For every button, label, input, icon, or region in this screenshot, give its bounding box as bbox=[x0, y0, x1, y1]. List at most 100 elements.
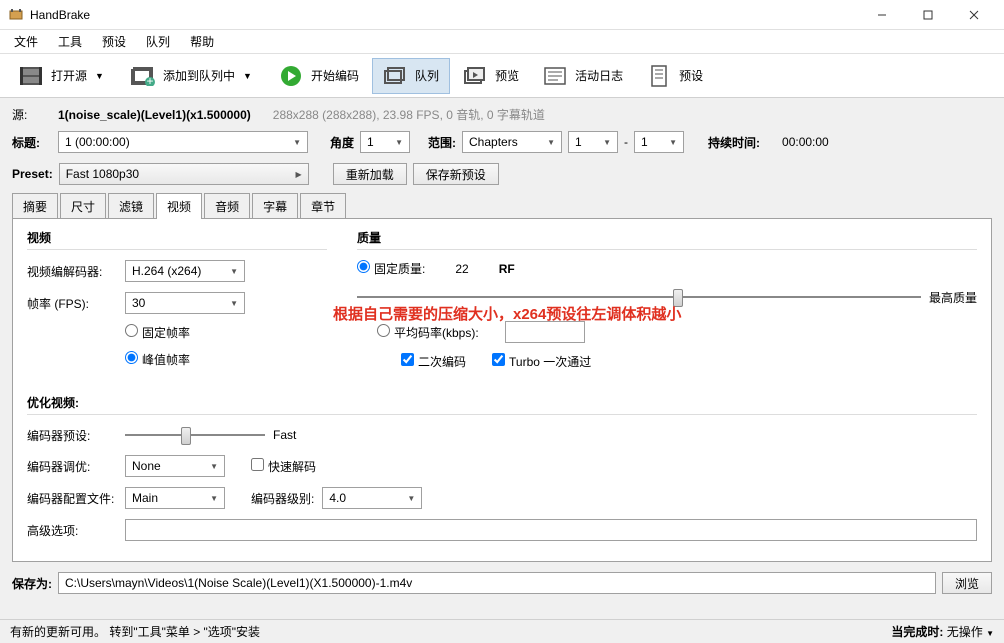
queue-label: 队列 bbox=[415, 67, 439, 84]
start-label: 开始编码 bbox=[311, 67, 359, 84]
minimize-button[interactable] bbox=[860, 1, 904, 29]
preset-icon bbox=[647, 64, 671, 88]
save-path-input[interactable] bbox=[58, 572, 936, 594]
vfr-radio[interactable]: 峰值帧率 bbox=[125, 351, 190, 368]
log-label: 活动日志 bbox=[575, 67, 623, 84]
enc-preset-label: 编码器预设: bbox=[27, 427, 117, 444]
svg-text:+: + bbox=[147, 74, 154, 86]
enc-preset-value: Fast bbox=[273, 428, 296, 442]
range-dash: - bbox=[624, 135, 628, 149]
preview-button[interactable]: 预览 bbox=[452, 58, 530, 94]
optimize-section-title: 优化视频: bbox=[27, 394, 977, 415]
range-from-select[interactable]: 1▼ bbox=[568, 131, 618, 153]
activity-log-button[interactable]: 活动日志 bbox=[532, 58, 634, 94]
annotation-overlay: 根据自己需要的压缩大小，x264预设往左调体积越小 bbox=[333, 303, 681, 324]
tab-subtitle[interactable]: 字幕 bbox=[252, 193, 298, 219]
range-type-select[interactable]: Chapters▼ bbox=[462, 131, 562, 153]
statusbar: 有新的更新可用。 转到"工具"菜单 > "选项"安装 当完成时: 无操作 ▼ bbox=[0, 619, 1004, 643]
enc-preset-slider[interactable] bbox=[125, 425, 265, 445]
enc-level-label: 编码器级别: bbox=[251, 490, 314, 507]
angle-label: 角度 bbox=[330, 134, 354, 151]
avg-bitrate-input[interactable] bbox=[505, 321, 585, 343]
fast-decode-check[interactable]: 快速解码 bbox=[251, 458, 316, 475]
fps-select[interactable]: 30▼ bbox=[125, 292, 245, 314]
update-message: 有新的更新可用。 转到"工具"菜单 > "选项"安装 bbox=[10, 623, 260, 640]
enc-tune-label: 编码器调优: bbox=[27, 458, 117, 475]
tab-size[interactable]: 尺寸 bbox=[60, 193, 106, 219]
enc-profile-select[interactable]: Main▼ bbox=[125, 487, 225, 509]
source-info: 288x288 (288x288), 23.98 FPS, 0 音轨, 0 字幕… bbox=[273, 106, 545, 123]
when-done-value[interactable]: 无操作 bbox=[947, 625, 983, 639]
content-area: 源: 1(noise_scale)(Level1)(x1.500000) 288… bbox=[0, 98, 1004, 610]
video-section-title: 视频 bbox=[27, 229, 327, 250]
duration-label: 持续时间: bbox=[708, 134, 760, 151]
queue-button[interactable]: 队列 bbox=[372, 58, 450, 94]
range-label: 范围: bbox=[428, 134, 456, 151]
preview-icon bbox=[463, 64, 487, 88]
menu-presets[interactable]: 预设 bbox=[92, 30, 136, 53]
log-icon bbox=[543, 64, 567, 88]
enc-level-select[interactable]: 4.0▼ bbox=[322, 487, 422, 509]
chevron-down-icon: ▼ bbox=[243, 71, 255, 81]
app-icon bbox=[8, 7, 24, 23]
cq-value: 22 bbox=[455, 262, 468, 276]
duration-value: 00:00:00 bbox=[782, 135, 829, 149]
chevron-down-icon: ▼ bbox=[95, 71, 107, 81]
cfr-radio[interactable]: 固定帧率 bbox=[125, 324, 190, 341]
max-quality-label: 最高质量 bbox=[929, 289, 977, 306]
play-icon bbox=[279, 64, 303, 88]
when-done-label: 当完成时: bbox=[891, 625, 943, 639]
start-encode-button[interactable]: 开始编码 bbox=[268, 58, 370, 94]
source-name: 1(noise_scale)(Level1)(x1.500000) bbox=[58, 108, 251, 122]
open-source-button[interactable]: 打开源 ▼ bbox=[8, 58, 118, 94]
tab-chapter[interactable]: 章节 bbox=[300, 193, 346, 219]
window-title: HandBrake bbox=[30, 8, 860, 22]
enc-tune-select[interactable]: None▼ bbox=[125, 455, 225, 477]
toolbar: 打开源 ▼ + 添加到队列中 ▼ 开始编码 队列 预览 活动日志 预设 bbox=[0, 54, 1004, 98]
open-source-label: 打开源 bbox=[51, 67, 87, 84]
preset-button[interactable]: 预设 bbox=[636, 58, 714, 94]
add-queue-icon: + bbox=[131, 64, 155, 88]
save-preset-button[interactable]: 保存新预设 bbox=[413, 163, 499, 185]
range-to-select[interactable]: 1▼ bbox=[634, 131, 684, 153]
add-queue-button[interactable]: + 添加到队列中 ▼ bbox=[120, 58, 266, 94]
close-button[interactable] bbox=[952, 1, 996, 29]
preset-select[interactable]: Fast 1080p30▶ bbox=[59, 163, 309, 185]
menu-queue[interactable]: 队列 bbox=[136, 30, 180, 53]
preview-label: 预览 bbox=[495, 67, 519, 84]
tab-filter[interactable]: 滤镜 bbox=[108, 193, 154, 219]
reload-button[interactable]: 重新加载 bbox=[333, 163, 407, 185]
title-label: 标题: bbox=[12, 134, 52, 151]
menubar: 文件 工具 预设 队列 帮助 bbox=[0, 30, 1004, 54]
menu-tools[interactable]: 工具 bbox=[48, 30, 92, 53]
browse-button[interactable]: 浏览 bbox=[942, 572, 992, 594]
quality-section-title: 质量 bbox=[357, 229, 977, 250]
video-panel: 视频 视频编解码器: H.264 (x264)▼ 帧率 (FPS): 30▼ 固… bbox=[12, 218, 992, 562]
fps-label: 帧率 (FPS): bbox=[27, 295, 117, 312]
preset-label: 预设 bbox=[679, 67, 703, 84]
two-pass-check[interactable]: 二次编码 bbox=[401, 353, 466, 370]
rf-label: RF bbox=[499, 262, 515, 276]
enc-profile-label: 编码器配置文件: bbox=[27, 490, 117, 507]
avg-bitrate-radio[interactable]: 平均码率(kbps): bbox=[377, 324, 479, 341]
maximize-button[interactable] bbox=[906, 1, 950, 29]
film-icon bbox=[19, 64, 43, 88]
title-select[interactable]: 1 (00:00:00)▼ bbox=[58, 131, 308, 153]
advanced-input[interactable] bbox=[125, 519, 977, 541]
codec-label: 视频编解码器: bbox=[27, 263, 117, 280]
angle-select[interactable]: 1▼ bbox=[360, 131, 410, 153]
cq-radio[interactable]: 固定质量: bbox=[357, 260, 425, 277]
tab-video[interactable]: 视频 bbox=[156, 193, 202, 219]
menu-file[interactable]: 文件 bbox=[4, 30, 48, 53]
save-as-label: 保存为: bbox=[12, 575, 52, 592]
chevron-down-icon: ▼ bbox=[986, 629, 994, 638]
tab-summary[interactable]: 摘要 bbox=[12, 193, 58, 219]
menu-help[interactable]: 帮助 bbox=[180, 30, 224, 53]
add-queue-label: 添加到队列中 bbox=[163, 67, 235, 84]
tab-audio[interactable]: 音频 bbox=[204, 193, 250, 219]
preset-row-label: Preset: bbox=[12, 167, 53, 181]
titlebar: HandBrake bbox=[0, 0, 1004, 30]
source-label: 源: bbox=[12, 106, 52, 123]
codec-select[interactable]: H.264 (x264)▼ bbox=[125, 260, 245, 282]
turbo-check[interactable]: Turbo 一次通过 bbox=[492, 353, 591, 370]
